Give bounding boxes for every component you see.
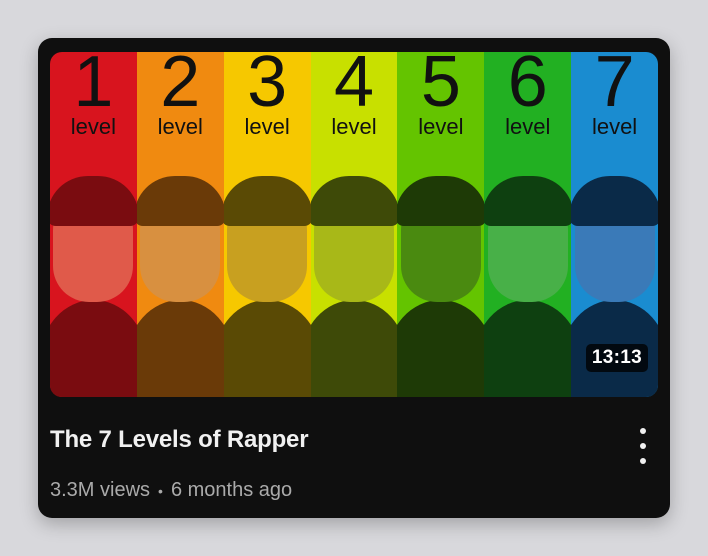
level-number: 3	[247, 52, 288, 122]
level-number: 5	[420, 52, 461, 122]
rapper-shoulders	[310, 300, 398, 397]
more-dot	[640, 458, 646, 464]
more-dot	[640, 428, 646, 434]
video-thumbnail[interactable]: 1 level 2 level 3 level 4 level 5 level 6 level 7 lev…	[50, 52, 658, 397]
video-card[interactable]: 1 level 2 level 3 level 4 level 5 level 6 level 7 lev…	[38, 38, 670, 518]
level-strip-6: 6 level	[484, 52, 572, 397]
rapper-hair	[310, 176, 398, 226]
rapper-shoulders	[397, 300, 485, 397]
level-label: level	[418, 114, 464, 139]
rapper-shoulders	[484, 300, 572, 397]
level-number: 6	[507, 52, 548, 122]
upload-age: 6 months ago	[170, 479, 293, 501]
rapper-hair	[50, 176, 137, 226]
rapper-shoulders	[136, 300, 224, 397]
rapper-hair	[136, 176, 224, 226]
level-label: level	[157, 114, 203, 139]
rapper-hair	[397, 176, 485, 226]
rapper-hair	[223, 176, 311, 226]
level-label: level	[70, 114, 117, 139]
level-strip-3: 3 level	[223, 52, 311, 397]
video-title[interactable]: The 7 Levels of Rapper	[50, 426, 309, 454]
level-strip-1: 1 level	[50, 52, 137, 397]
video-meta: 3.3M views • 6 months ago	[50, 479, 292, 502]
level-strip-4: 4 level	[310, 52, 398, 397]
level-strip-2: 2 level	[136, 52, 224, 397]
level-number: 2	[160, 52, 201, 122]
more-vertical-icon[interactable]	[634, 428, 652, 464]
rapper-hair	[484, 176, 572, 226]
rapper-shoulders	[50, 300, 137, 397]
level-strip-5: 5 level	[397, 52, 485, 397]
rapper-shoulders	[223, 300, 311, 397]
meta-separator: •	[158, 482, 163, 499]
level-label: level	[244, 114, 290, 139]
rapper-hair	[571, 176, 658, 226]
level-label: level	[505, 114, 551, 139]
view-count: 3.3M views	[50, 479, 151, 501]
level-number: 4	[333, 52, 375, 122]
level-number: 7	[594, 52, 635, 122]
duration-badge: 13:13	[585, 344, 648, 372]
level-label: level	[591, 114, 638, 139]
more-dot	[640, 443, 646, 449]
level-label: level	[331, 114, 377, 139]
level-number: 1	[73, 52, 114, 122]
